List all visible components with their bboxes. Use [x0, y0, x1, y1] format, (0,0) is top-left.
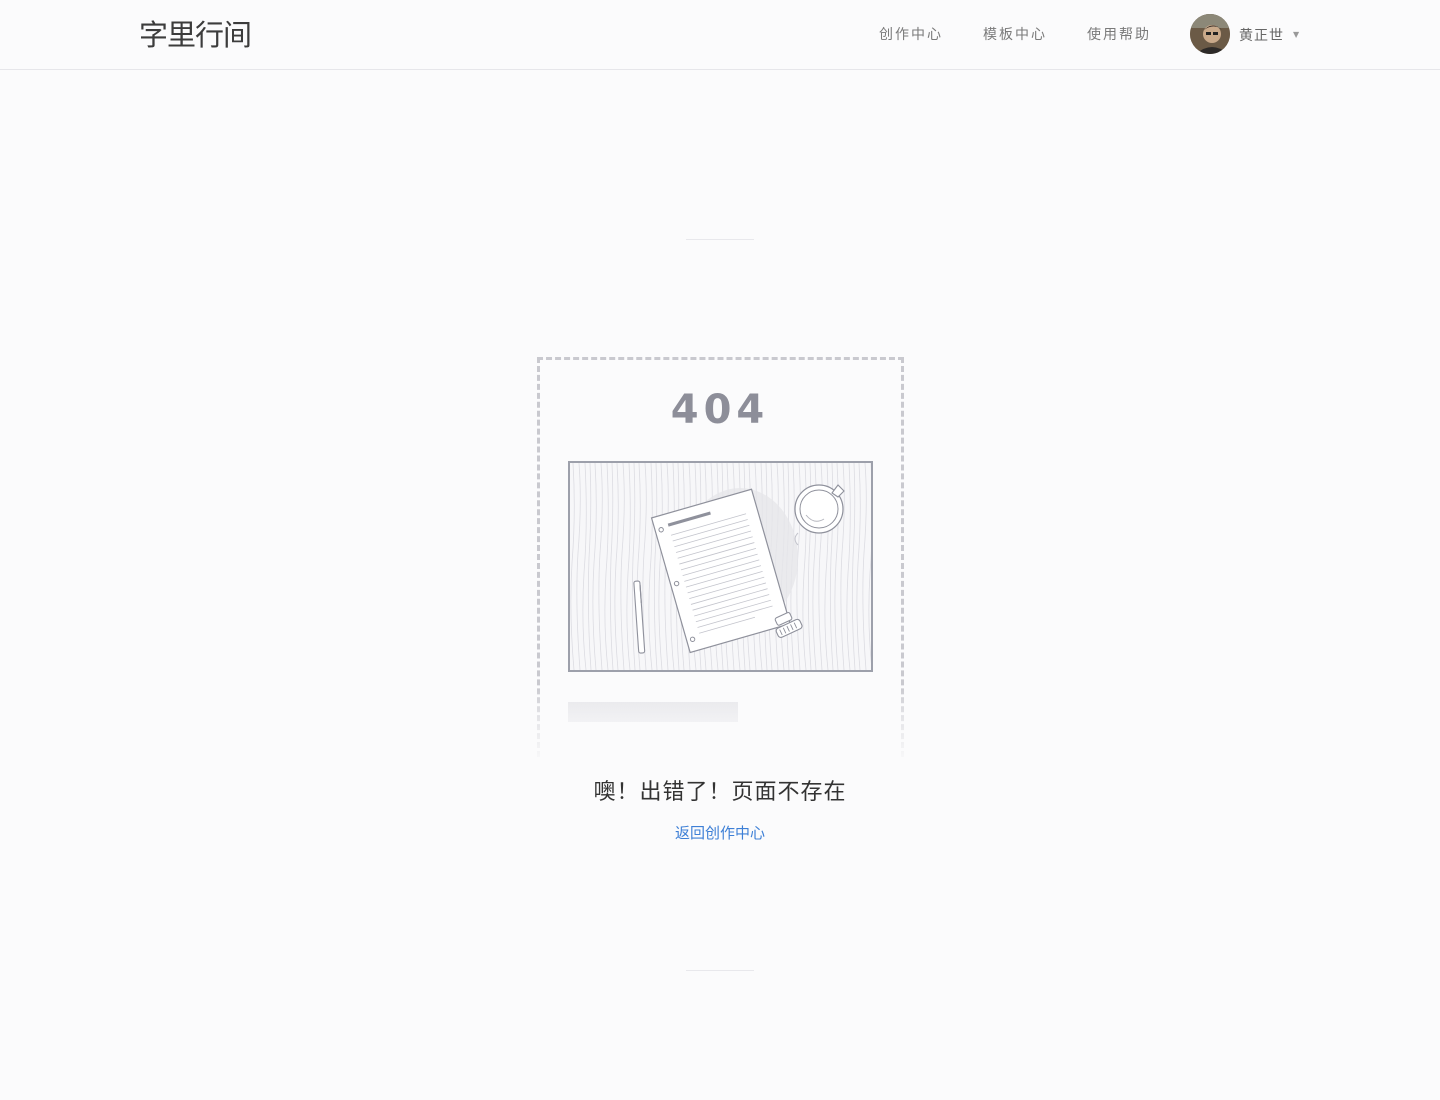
- site-logo[interactable]: 字里行间: [139, 15, 252, 55]
- bottom-divider: [686, 970, 754, 971]
- nav-item-help[interactable]: 使用帮助: [1087, 25, 1151, 45]
- nav-item-template-center[interactable]: 模板中心: [983, 25, 1047, 45]
- avatar[interactable]: [1190, 14, 1230, 54]
- top-header: 字里行间 创作中心 模板中心 使用帮助 黄正世 ▼: [0, 0, 1440, 70]
- error-message: 噢！出错了！页面不存在: [593, 780, 847, 805]
- error-illustration: [568, 461, 873, 672]
- nav-item-create-center[interactable]: 创作中心: [879, 25, 943, 45]
- error-code: 404: [670, 387, 770, 433]
- top-divider: [686, 239, 754, 240]
- back-link-wrapper: 返回创作中心: [0, 822, 1440, 844]
- back-to-create-center-link[interactable]: 返回创作中心: [675, 824, 765, 842]
- chevron-down-icon[interactable]: ▼: [1293, 30, 1299, 39]
- card-fade-overlay: [380, 686, 1060, 766]
- user-name[interactable]: 黄正世: [1239, 25, 1284, 45]
